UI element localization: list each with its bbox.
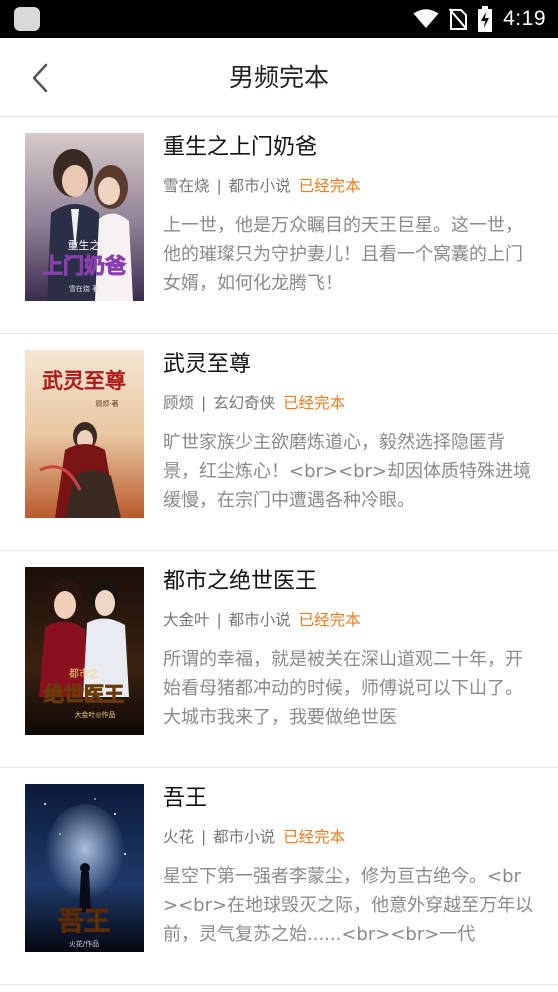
book-cover[interactable]: 重生之 上门奶爸 雪在烧 著 <box>25 133 144 301</box>
book-author: 雪在烧 <box>163 177 210 195</box>
nav-bar: 男频完本 <box>0 38 558 117</box>
book-description: 所谓的幸福，就是被关在深山道观二十年，开始看母猪都冲动的时候，师傅说可以下山了。… <box>163 649 523 728</box>
book-cover[interactable]: 武灵至尊 顾烦·著 <box>25 350 144 518</box>
book-item[interactable]: 吾王 火花/作品 吾王 火花 | 都市小说 已经完本 星空下第一强者李蒙尘，修为亘… <box>0 768 558 985</box>
cover-subtitle: 重生之 <box>68 238 101 252</box>
status-icons: 4:19 <box>413 0 546 38</box>
book-item[interactable]: 都市之 绝世医王 大金叶◎作品 都市之绝世医王 大金叶 | 都市小说 已经完本 所… <box>0 551 558 768</box>
book-meta: 大金叶 | 都市小说 已经完本 <box>163 611 361 629</box>
book-status-badge: 已经完本 <box>298 611 361 629</box>
app-icon <box>14 7 40 31</box>
status-time: 4:19 <box>503 7 546 30</box>
book-meta: 雪在烧 | 都市小说 已经完本 <box>163 177 361 195</box>
book-author: 顾烦 <box>163 394 195 412</box>
book-list: 重生之 上门奶爸 雪在烧 著 重生之上门奶爸 雪在烧 | 都市小说 已经完本 上一… <box>0 117 558 985</box>
book-category: 玄幻奇侠 <box>213 394 276 412</box>
cover-author: 大金叶◎作品 <box>74 710 115 719</box>
cover-author: 火花/作品 <box>69 939 99 948</box>
page-title: 男频完本 <box>228 63 329 92</box>
book-meta: 火花 | 都市小说 已经完本 <box>163 828 346 846</box>
cover-title: 绝世医王 <box>44 682 124 706</box>
book-meta: 顾烦 | 玄幻奇侠 已经完本 <box>163 394 346 412</box>
no-sim-icon <box>449 8 468 30</box>
book-cover[interactable]: 吾王 火花/作品 <box>25 784 144 952</box>
book-description: 旷世家族少主欲磨炼道心，毅然选择隐匿背景，红尘炼心！<br><br>却因体质特殊… <box>163 432 531 511</box>
book-status-badge: 已经完本 <box>298 177 361 195</box>
book-cover[interactable]: 都市之 绝世医王 大金叶◎作品 <box>25 567 144 735</box>
cover-subtitle: 都市之 <box>69 667 99 680</box>
book-status-badge: 已经完本 <box>283 828 346 846</box>
book-description: 星空下第一强者李蒙尘，修为亘古绝今。<br><br>在地球毁灭之际，他意外穿越至… <box>163 866 534 945</box>
book-category: 都市小说 <box>213 828 276 846</box>
cover-author: 顾烦·著 <box>95 399 118 408</box>
book-category: 都市小说 <box>228 177 291 195</box>
battery-charging-icon <box>478 6 493 32</box>
book-category: 都市小说 <box>228 611 291 629</box>
cover-title: 上门奶爸 <box>42 253 126 278</box>
book-author: 火花 <box>163 828 195 846</box>
book-description: 上一世，他是万众瞩目的天王巨星。这一世，他的璀璨只为守护妻儿！且看一个窝囊的上门… <box>163 215 523 294</box>
wifi-icon <box>413 9 439 28</box>
book-status-badge: 已经完本 <box>283 394 346 412</box>
book-title: 吾王 <box>163 786 208 811</box>
cover-author: 雪在烧 著 <box>69 284 99 293</box>
cover-title: 武灵至尊 <box>42 368 126 393</box>
cover-title: 吾王 <box>58 907 110 937</box>
book-item[interactable]: 重生之 上门奶爸 雪在烧 著 重生之上门奶爸 雪在烧 | 都市小说 已经完本 上一… <box>0 117 558 334</box>
status-bar: 4:19 <box>0 0 558 38</box>
book-author: 大金叶 <box>163 611 210 629</box>
book-title: 重生之上门奶爸 <box>163 135 318 160</box>
book-item[interactable]: 武灵至尊 顾烦·著 武灵至尊 顾烦 | 玄幻奇侠 已经完本 旷世家族少主欲磨炼道心… <box>0 334 558 551</box>
book-title: 武灵至尊 <box>163 352 252 377</box>
book-title: 都市之绝世医王 <box>163 569 318 594</box>
